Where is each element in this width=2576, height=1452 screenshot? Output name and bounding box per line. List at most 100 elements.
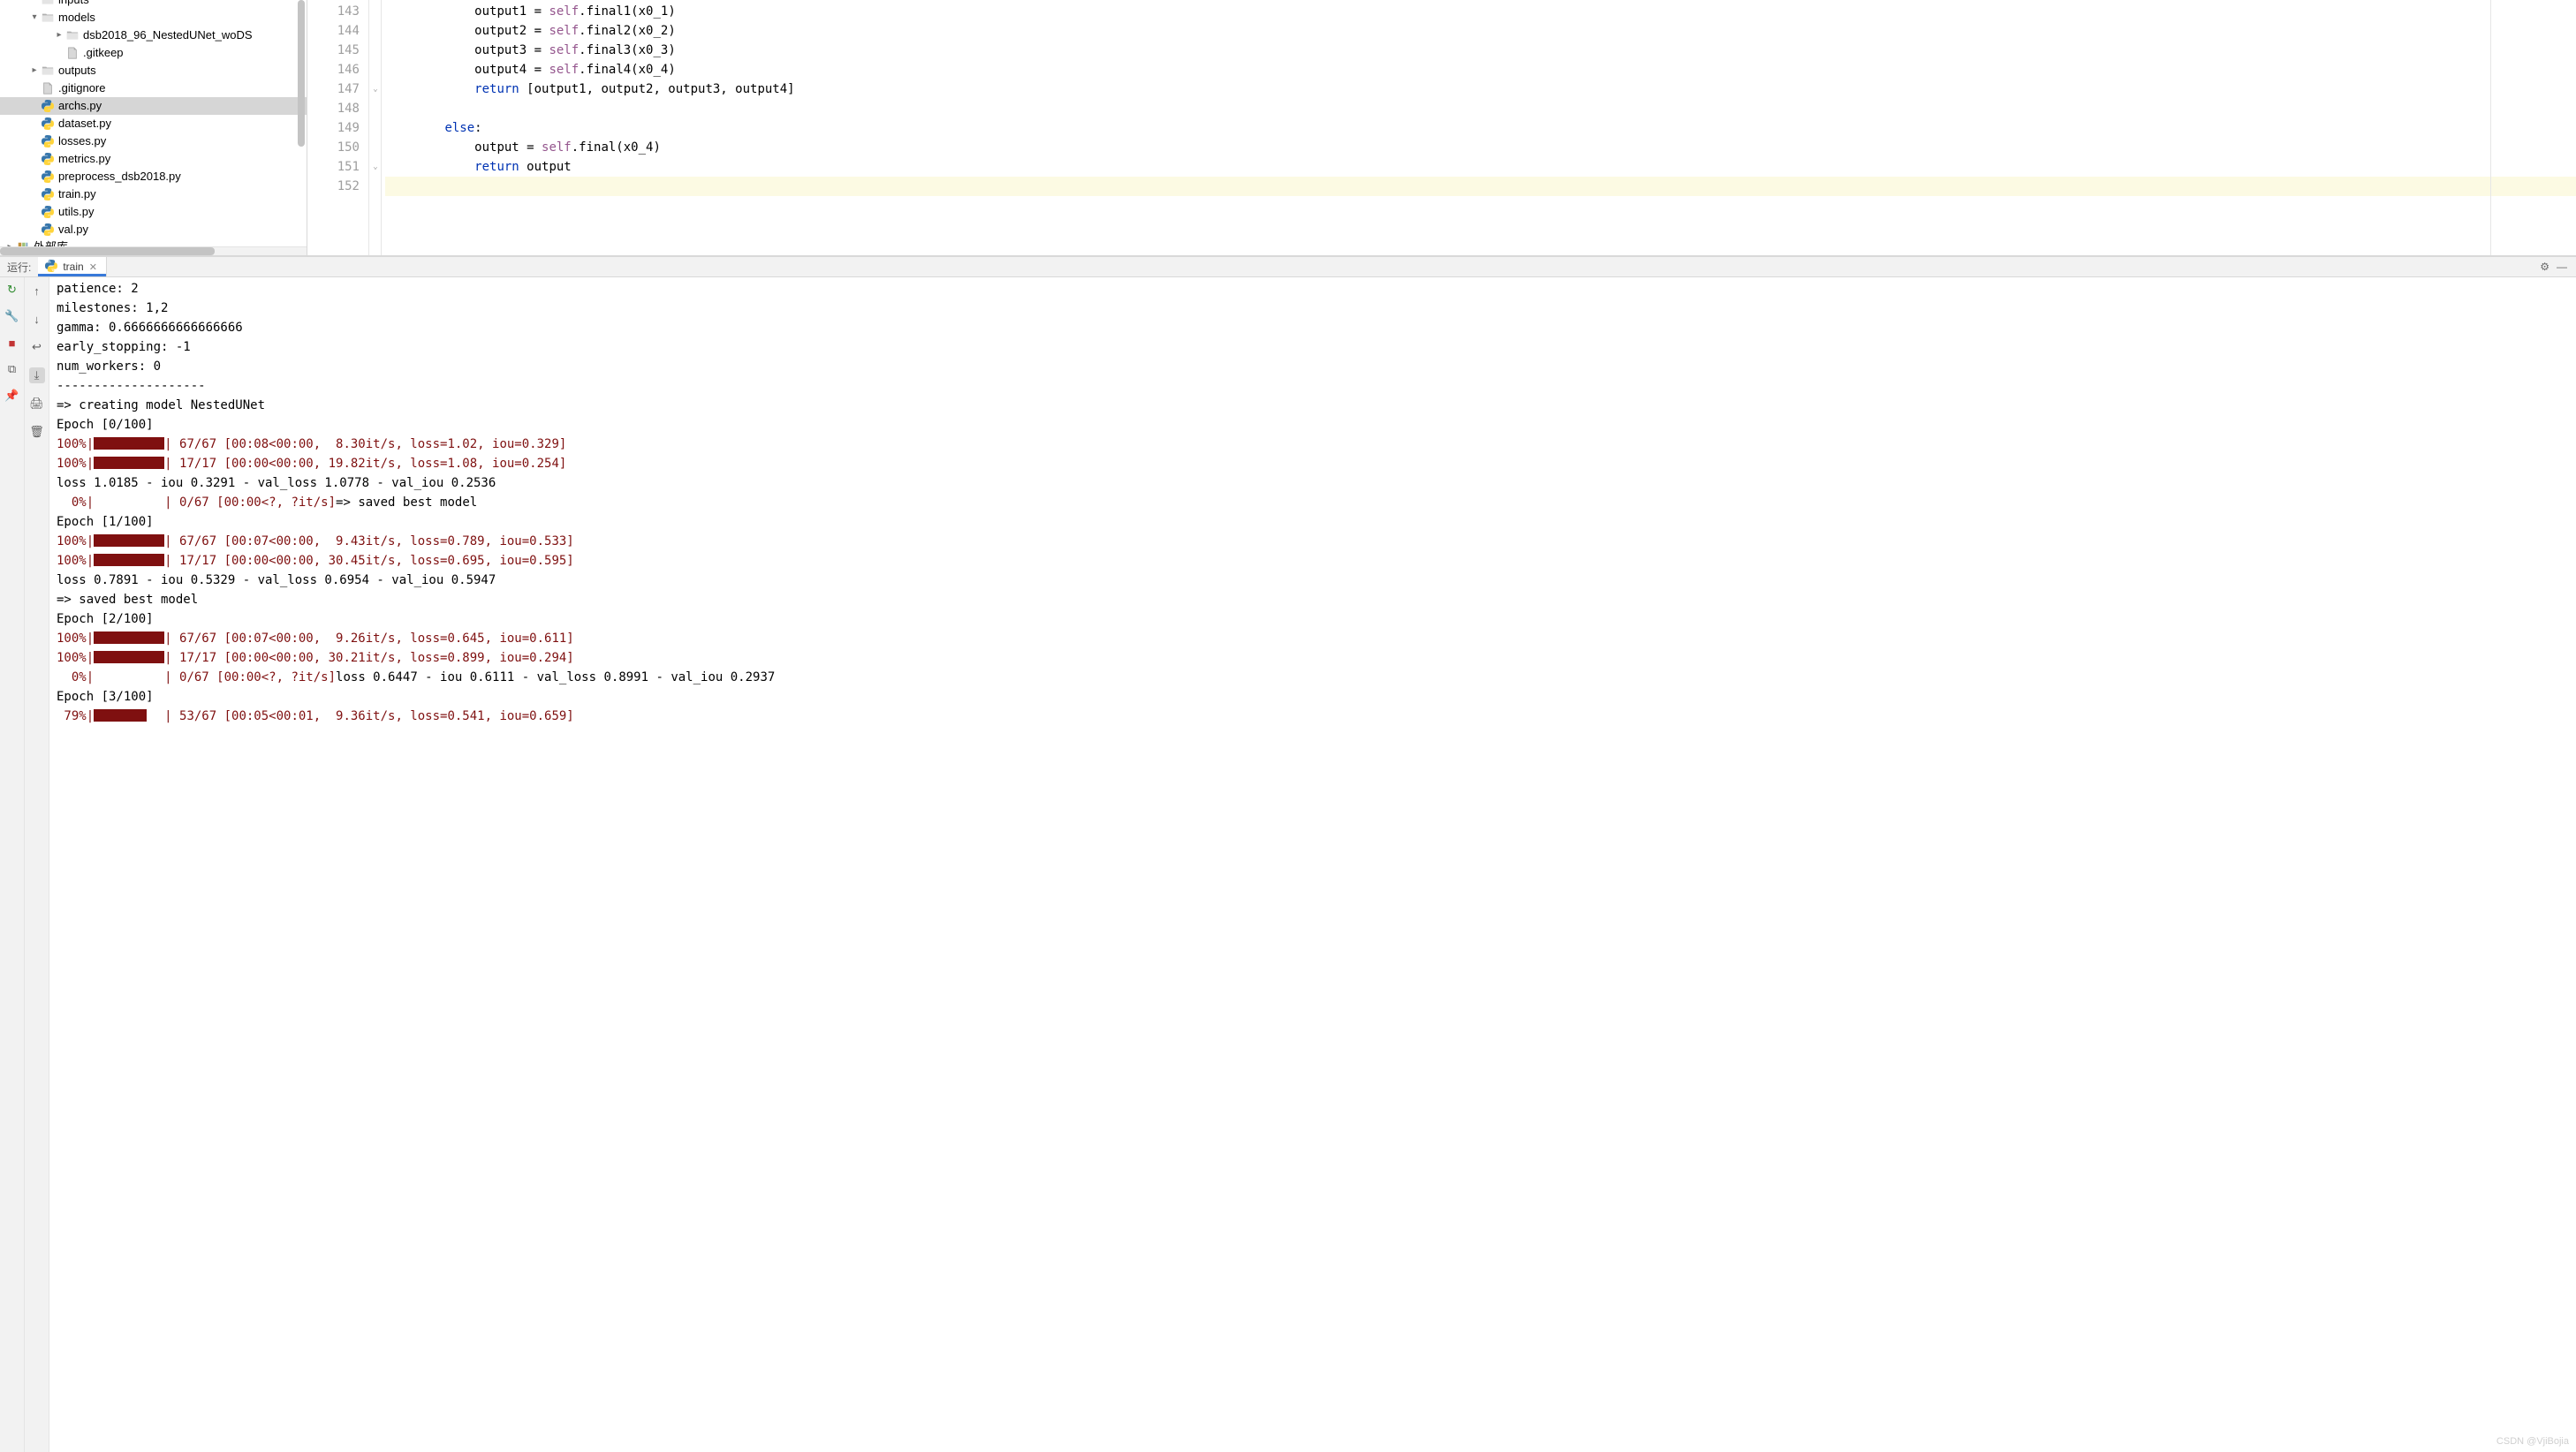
progress-bar (94, 651, 164, 663)
tree-item-label: dataset.py (58, 115, 111, 132)
console-line: gamma: 0.6666666666666666 (57, 318, 2569, 337)
tree-item[interactable]: ▸外部库 (0, 238, 307, 246)
code-line[interactable]: output1 = self.final1(x0_1) (385, 2, 2576, 21)
tree-item[interactable]: .gitignore (0, 79, 307, 97)
down-arrow-icon[interactable]: ↓ (29, 311, 45, 327)
console-line: => saved best model (57, 590, 2569, 609)
tree-item[interactable]: preprocess_dsb2018.py (0, 168, 307, 185)
project-tree-panel: inputs▾models▸dsb2018_96_NestedUNet_woDS… (0, 0, 307, 255)
gutter-line-number: 148 (307, 99, 360, 118)
tree-expand-arrow[interactable]: ▸ (28, 62, 41, 79)
tree-item-label: metrics.py (58, 150, 110, 168)
tree-item[interactable]: ▾models (0, 9, 307, 26)
code-line[interactable] (385, 99, 2576, 118)
code-line[interactable]: output2 = self.final2(x0_2) (385, 21, 2576, 41)
tree-item[interactable]: val.py (0, 221, 307, 238)
sidebar-vertical-scrollbar-thumb[interactable] (298, 0, 305, 147)
rerun-icon[interactable]: ↻ (5, 283, 19, 297)
console-line: 100%|| 67/67 [00:07<00:00, 9.26it/s, los… (57, 629, 2569, 648)
tree-item-label: preprocess_dsb2018.py (58, 168, 181, 185)
console-line: 0%|| 0/67 [00:00<?, ?it/s]loss 0.6447 - … (57, 668, 2569, 687)
code-line[interactable]: else: (385, 118, 2576, 138)
gutter-line-number: 144 (307, 21, 360, 41)
console-line: loss 0.7891 - iou 0.5329 - val_loss 0.69… (57, 571, 2569, 590)
fold-handle-icon[interactable]: ⌄ (371, 163, 380, 171)
sidebar-horizontal-scrollbar[interactable] (0, 246, 307, 255)
tree-expand-arrow[interactable]: ▾ (28, 9, 41, 26)
tree-item[interactable]: ▸outputs (0, 62, 307, 79)
console-line: -------------------- (57, 376, 2569, 396)
console-line: 100%|| 17/17 [00:00<00:00, 30.21it/s, lo… (57, 648, 2569, 668)
editor-fold-gutter[interactable]: ⌄⌄ (369, 0, 382, 255)
tree-item-label: val.py (58, 221, 88, 238)
console-line: Epoch [2/100] (57, 609, 2569, 629)
run-panel-header: 运行: train ✕ ⚙ — (0, 256, 2576, 277)
gutter-line-number: 151 (307, 157, 360, 177)
run-panel-label: 运行: (0, 260, 38, 275)
gutter-line-number: 146 (307, 60, 360, 79)
project-tree[interactable]: inputs▾models▸dsb2018_96_NestedUNet_woDS… (0, 0, 307, 246)
run-tab[interactable]: train ✕ (38, 257, 107, 276)
tree-item[interactable]: losses.py (0, 132, 307, 150)
folder-open-dark-icon (41, 0, 55, 7)
tree-item[interactable]: archs.py (0, 97, 307, 115)
py-icon (41, 223, 55, 237)
console-output[interactable]: patience: 2milestones: 1,2gamma: 0.66666… (49, 277, 2576, 1452)
trash-icon[interactable]: 🗑 (29, 424, 45, 440)
tree-item[interactable]: utils.py (0, 203, 307, 221)
layout-icon[interactable]: ⧉ (5, 362, 19, 376)
print-icon[interactable]: 🖨 (29, 396, 45, 412)
console-line: 100%|| 67/67 [00:07<00:00, 9.43it/s, los… (57, 532, 2569, 551)
run-tab-name: train (63, 261, 83, 273)
tree-item[interactable]: metrics.py (0, 150, 307, 168)
stop-icon[interactable]: ■ (5, 336, 19, 350)
tree-item-label: utils.py (58, 203, 94, 221)
tree-expand-arrow[interactable]: ▸ (4, 238, 16, 246)
soft-wrap-icon[interactable]: ↩ (29, 339, 45, 355)
folder-icon (65, 28, 80, 42)
code-line[interactable]: output3 = self.final3(x0_3) (385, 41, 2576, 60)
run-panel: ↻ 🔧 ■ ⧉ 📌 ↑ ↓ ↩ ⤓ 🖨 🗑 patience: 2milesto… (0, 277, 2576, 1452)
code-line[interactable] (385, 177, 2576, 196)
tree-item[interactable]: ▸dsb2018_96_NestedUNet_woDS (0, 26, 307, 44)
tree-expand-arrow[interactable]: ▸ (53, 26, 65, 44)
gutter-line-number: 143 (307, 2, 360, 21)
sidebar-vertical-scrollbar[interactable] (298, 0, 305, 245)
code-editor[interactable]: 143144145146147148149150151152 ⌄⌄ output… (307, 0, 2576, 255)
console-line: Epoch [3/100] (57, 687, 2569, 707)
lib-icon (16, 240, 30, 246)
editor-code-area[interactable]: output1 = self.final1(x0_1) output2 = se… (382, 0, 2576, 255)
scroll-to-end-icon[interactable]: ⤓ (29, 367, 45, 383)
minimize-icon[interactable]: — (2557, 261, 2567, 273)
progress-bar (94, 457, 164, 469)
sidebar-horizontal-scrollbar-thumb[interactable] (0, 247, 215, 255)
tree-item[interactable]: train.py (0, 185, 307, 203)
wrench-icon[interactable]: 🔧 (5, 309, 19, 323)
gear-icon[interactable]: ⚙ (2540, 261, 2549, 273)
progress-bar (94, 534, 164, 547)
code-line[interactable]: return output (385, 157, 2576, 177)
tree-item-label: .gitkeep (83, 44, 124, 62)
fold-handle-icon[interactable]: ⌄ (371, 85, 380, 94)
console-line: 100%|| 17/17 [00:00<00:00, 30.45it/s, lo… (57, 551, 2569, 571)
progress-bar (94, 670, 164, 683)
up-arrow-icon[interactable]: ↑ (29, 283, 45, 299)
code-line[interactable]: return [output1, output2, output3, outpu… (385, 79, 2576, 99)
tree-item[interactable]: inputs (0, 0, 307, 9)
console-line: early_stopping: -1 (57, 337, 2569, 357)
code-line[interactable]: output = self.final(x0_4) (385, 138, 2576, 157)
editor-gutter: 143144145146147148149150151152 (307, 0, 369, 255)
tree-item-label: archs.py (58, 97, 102, 115)
tree-item[interactable]: .gitkeep (0, 44, 307, 62)
console-line: patience: 2 (57, 279, 2569, 299)
console-line: loss 1.0185 - iou 0.3291 - val_loss 1.07… (57, 473, 2569, 493)
close-icon[interactable]: ✕ (89, 261, 97, 273)
console-line: 79%|| 53/67 [00:05<00:01, 9.36it/s, loss… (57, 707, 2569, 726)
tree-item[interactable]: dataset.py (0, 115, 307, 132)
code-line[interactable]: output4 = self.final4(x0_4) (385, 60, 2576, 79)
py-icon (41, 170, 55, 184)
tree-item-label: .gitignore (58, 79, 105, 97)
python-icon (45, 260, 57, 275)
py-icon (41, 152, 55, 166)
pin-icon[interactable]: 📌 (5, 389, 19, 403)
